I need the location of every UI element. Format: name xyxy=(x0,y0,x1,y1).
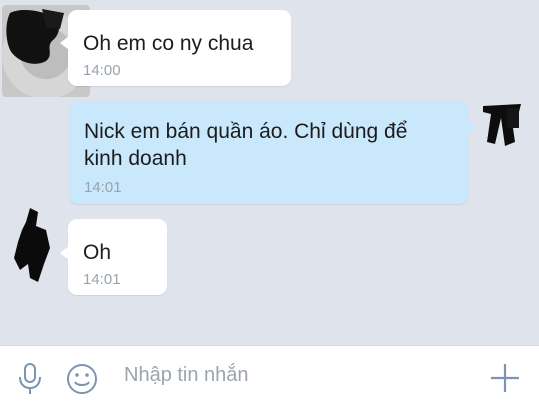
message-text-line-2: kinh doanh xyxy=(84,147,187,170)
message-composer: Nhập tin nhắn xyxy=(0,345,539,409)
message-bubble-outgoing[interactable]: Nick em bán quần áo. Chỉ dùng để kinh do… xyxy=(69,101,468,204)
microphone-icon[interactable] xyxy=(17,363,43,400)
message-text: Oh em co ny chua xyxy=(83,32,254,55)
message-timestamp: 14:01 xyxy=(83,271,121,288)
own-avatar[interactable] xyxy=(481,102,523,148)
sender-avatar[interactable] xyxy=(12,208,52,284)
message-bubble-incoming[interactable]: Oh em co ny chua 14:00 xyxy=(68,10,291,86)
plus-icon[interactable] xyxy=(488,361,522,400)
chat-area[interactable]: Oh em co ny chua 14:00 Nick em bán quần … xyxy=(0,0,539,345)
message-input[interactable]: Nhập tin nhắn xyxy=(124,364,249,387)
bubble-tail xyxy=(468,120,477,134)
message-timestamp: 14:01 xyxy=(84,179,122,196)
message-timestamp: 14:00 xyxy=(83,62,121,79)
message-text: Oh xyxy=(83,241,112,264)
smiley-icon[interactable] xyxy=(66,363,98,400)
message-bubble-incoming[interactable]: Oh 14:01 xyxy=(68,219,167,295)
